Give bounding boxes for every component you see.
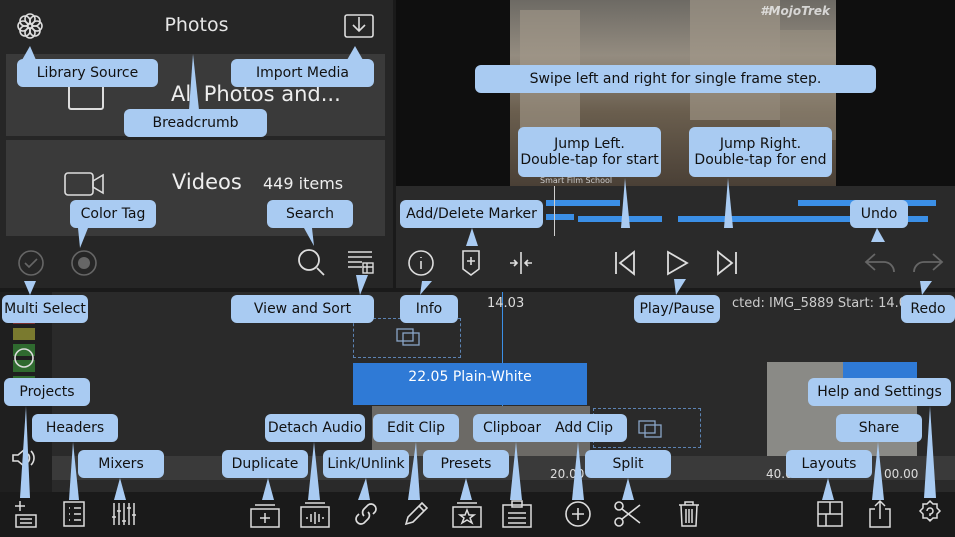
callout-headers: Headers <box>32 414 118 442</box>
callout-view-sort: View and Sort <box>231 295 374 323</box>
callout-jump-left-line2: Double-tap for start <box>520 152 659 168</box>
callout-breadcrumb: Breadcrumb <box>124 109 267 137</box>
callout-import-media: Import Media <box>231 59 374 87</box>
callout-swipe: Swipe left and right for single frame st… <box>475 65 876 93</box>
callout-add-marker: Add/Delete Marker <box>400 200 543 228</box>
callout-projects: Projects <box>4 378 90 406</box>
callout-multi-select: Multi Select <box>2 295 88 323</box>
callout-share: Share <box>836 414 922 442</box>
callout-jump-right-line1: Jump Right. <box>719 136 802 152</box>
callout-play-pause: Play/Pause <box>634 295 720 323</box>
callout-link-unlink: Link/Unlink <box>323 450 409 478</box>
callout-add-clip: Add Clip <box>541 414 627 442</box>
callout-jump-left: Jump Left. Double-tap for start <box>518 127 661 177</box>
callout-search: Search <box>267 200 353 228</box>
callout-help-settings: Help and Settings <box>808 378 951 406</box>
callout-layouts: Layouts <box>786 450 872 478</box>
callout-edit-clip: Edit Clip <box>373 414 459 442</box>
callout-presets: Presets <box>423 450 509 478</box>
callout-jump-right-line2: Double-tap for end <box>694 152 827 168</box>
callout-jump-left-line1: Jump Left. <box>554 136 625 152</box>
callout-jump-right: Jump Right. Double-tap for end <box>689 127 832 177</box>
callout-detach-audio: Detach Audio <box>265 414 365 442</box>
callout-duplicate: Duplicate <box>222 450 308 478</box>
callout-undo: Undo <box>850 200 908 228</box>
callout-split: Split <box>585 450 671 478</box>
callout-library-source: Library Source <box>17 59 158 87</box>
app-root: Photos All Photos and... Videos 449 item… <box>0 0 955 537</box>
callout-color-tag: Color Tag <box>70 200 156 228</box>
callout-info: Info <box>400 295 458 323</box>
callout-mixers: Mixers <box>78 450 164 478</box>
callout-redo: Redo <box>901 295 955 323</box>
